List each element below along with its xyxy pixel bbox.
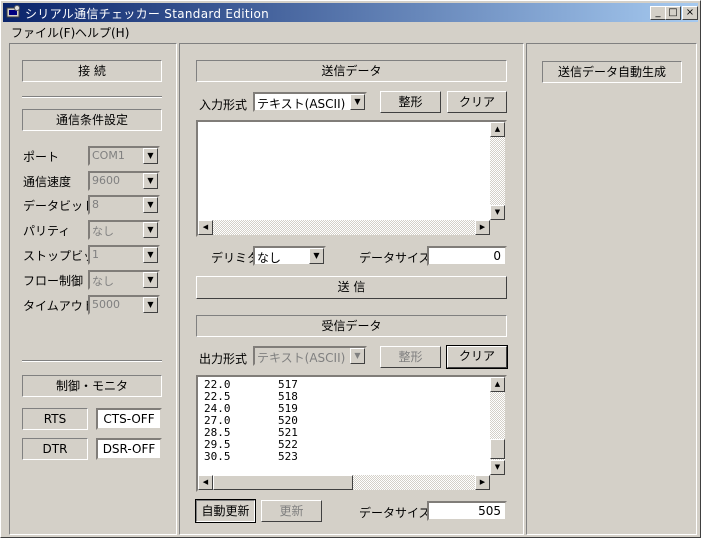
port-select[interactable]: COM1 ▼ [88,146,160,166]
connect-button[interactable]: 接 続 [22,60,162,82]
databits-select[interactable]: 8 ▼ [88,195,160,215]
delimiter-value: なし [257,251,282,265]
stopbits-select[interactable]: 1 ▼ [88,245,160,265]
scroll-corner [490,220,505,235]
rts-button[interactable]: RTS [22,408,88,430]
baud-label: 通信速度 [23,175,72,189]
flow-label: フロー制御 [23,274,84,288]
settings-header: 通信条件設定 [22,109,162,131]
delimiter-label: デリミタ [211,251,260,265]
recv-size-field: 505 [427,501,507,521]
send-header: 送信データ [196,60,507,82]
send-shape-button[interactable]: 整形 [380,91,441,113]
dsr-indicator: DSR-OFF [96,438,162,460]
recv-format-value: テキスト(ASCII) [257,351,346,365]
chevron-down-icon: ▼ [350,94,365,110]
app-window: シリアル通信チェッカー Standard Edition _ □ × ファイル(… [0,0,701,538]
minimize-button[interactable]: _ [650,6,666,20]
scroll-up-icon[interactable]: ▲ [490,122,505,137]
scroll-down-icon[interactable]: ▼ [490,460,505,475]
chevron-down-icon: ▼ [143,173,158,189]
port-label: ポート [23,150,60,164]
stopbits-value: 1 [92,248,99,261]
recv-header: 受信データ [196,315,507,337]
scroll-right-icon[interactable]: ▶ [475,475,490,490]
recv-size-label: データサイズ [359,506,431,520]
recv-vscroll-thumb[interactable] [490,439,505,459]
databits-label: データビット [23,199,96,213]
separator [22,360,162,362]
scroll-left-icon[interactable]: ◀ [198,475,213,490]
parity-value: なし [92,225,114,238]
recv-clear-button[interactable]: クリア [446,345,508,369]
dtr-button[interactable]: DTR [22,438,88,460]
baud-select[interactable]: 9600 ▼ [88,171,160,191]
recv-line: 30.5 523 [204,450,298,463]
scroll-right-icon[interactable]: ▶ [475,220,490,235]
flow-value: なし [92,275,114,288]
menu-help[interactable]: ヘルプ(H) [75,24,129,41]
chevron-down-icon: ▼ [309,248,324,264]
app-icon [6,5,20,18]
send-format-label: 入力形式 [199,98,248,112]
update-button[interactable]: 更新 [261,500,322,522]
maximize-button[interactable]: □ [665,6,681,20]
timeout-value: 5000 [92,298,120,311]
chevron-down-icon: ▼ [143,222,158,238]
chevron-down-icon: ▼ [143,148,158,164]
autogen-header[interactable]: 送信データ自動生成 [542,61,682,83]
send-hscroll[interactable] [198,220,490,235]
baud-value: 9600 [92,174,120,187]
title-bar[interactable]: シリアル通信チェッカー Standard Edition _ □ × [3,3,698,22]
parity-label: パリティ [23,224,71,238]
send-size-label: データサイズ [359,251,431,265]
separator [22,96,162,98]
chevron-down-icon: ▼ [143,247,158,263]
close-button[interactable]: × [682,6,698,20]
send-clear-button[interactable]: クリア [447,91,507,113]
scroll-down-icon[interactable]: ▼ [490,205,505,220]
cts-indicator: CTS-OFF [96,408,162,430]
recv-format-label: 出力形式 [199,352,248,366]
menu-file[interactable]: ファイル(F) [11,24,75,41]
send-format-select[interactable]: テキスト(ASCII) ▼ [253,92,367,112]
window-title: シリアル通信チェッカー Standard Edition [25,7,270,21]
scroll-left-icon[interactable]: ◀ [198,220,213,235]
chevron-down-icon: ▼ [143,297,158,313]
send-format-value: テキスト(ASCII) [257,97,346,111]
send-textarea[interactable]: ▲ ▼ ◀ ▶ [196,120,507,237]
chevron-down-icon: ▼ [350,348,365,364]
chevron-down-icon: ▼ [143,272,158,288]
recv-format-select[interactable]: テキスト(ASCII) ▼ [253,346,367,366]
scroll-corner [490,475,505,490]
databits-value: 8 [92,198,99,211]
parity-select[interactable]: なし ▼ [88,220,160,240]
send-button[interactable]: 送 信 [196,276,507,299]
delimiter-select[interactable]: なし ▼ [253,246,326,266]
control-header: 制御・モニタ [22,375,162,397]
timeout-label: タイムアウト [23,299,95,313]
recv-hscroll-thumb[interactable] [213,475,353,490]
chevron-down-icon: ▼ [143,197,158,213]
menu-bar: ファイル(F) ヘルプ(H) [3,23,698,41]
right-panel [526,43,697,535]
auto-update-button[interactable]: 自動更新 [195,499,256,523]
timeout-select[interactable]: 5000 ▼ [88,295,160,315]
send-size-field: 0 [427,246,507,266]
flow-select[interactable]: なし ▼ [88,270,160,290]
recv-shape-button[interactable]: 整形 [380,346,441,368]
port-value: COM1 [92,149,125,162]
recv-textarea[interactable]: 22.0 517 22.5 518 24.0 519 27.0 520 28.5 521 … [196,375,507,492]
scroll-up-icon[interactable]: ▲ [490,377,505,392]
